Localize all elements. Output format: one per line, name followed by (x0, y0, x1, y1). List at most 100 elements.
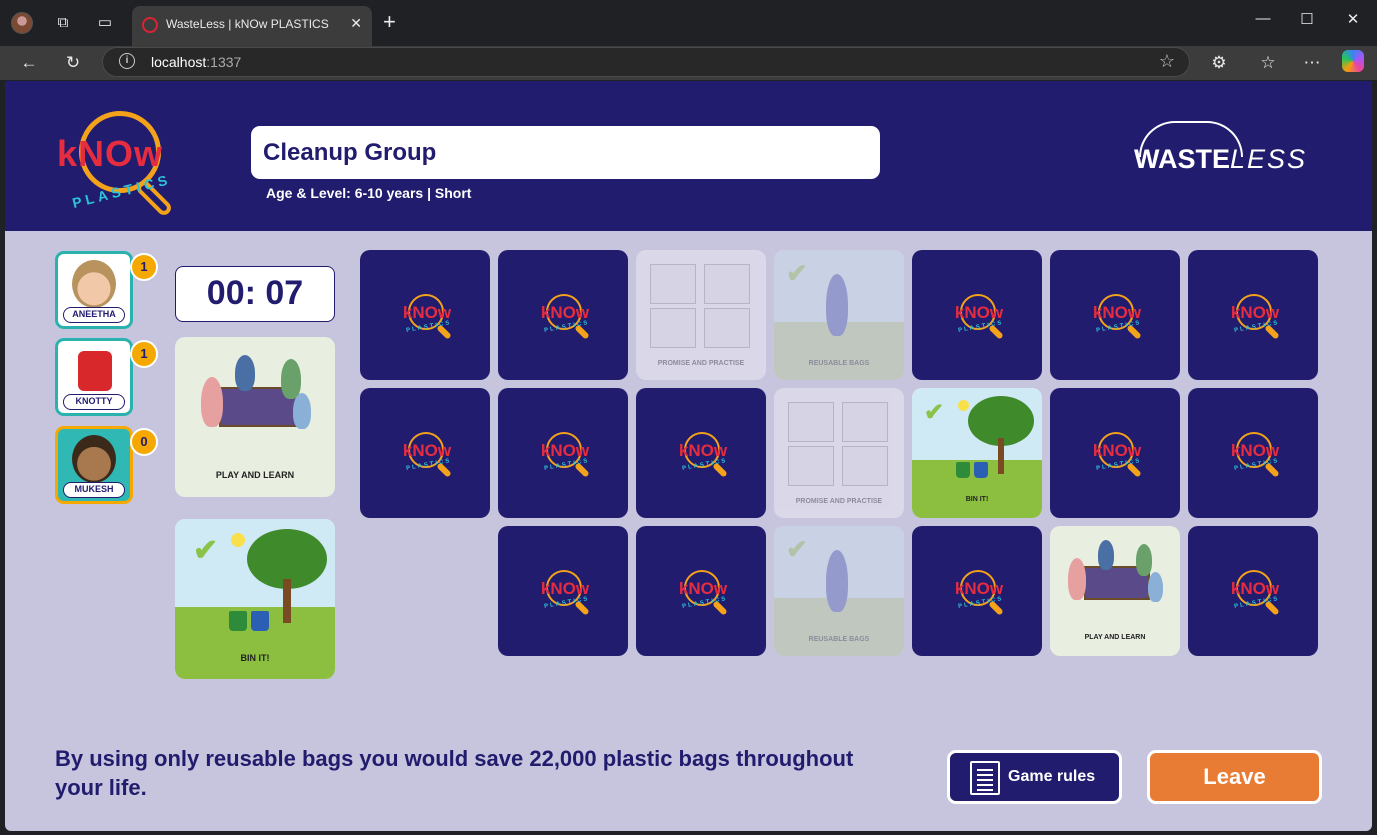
check-icon: ✔ (924, 399, 945, 426)
bin-icon (251, 611, 269, 631)
browser-tab[interactable]: WasteLess | kNOw PLASTICS ✕ (132, 6, 372, 46)
close-window-icon[interactable]: ✕ (1330, 10, 1376, 28)
card-play-and-learn[interactable]: PLAY AND LEARN (1050, 526, 1180, 656)
card-back[interactable]: kNOw PLASTICS (1188, 526, 1318, 656)
card-caption: BIN IT! (240, 653, 270, 663)
card-back[interactable]: kNOw PLASTICS (498, 388, 628, 518)
mukesh-avatar (72, 435, 116, 483)
game-rules-label: Game rules (1008, 768, 1096, 785)
workspaces-icon[interactable]: ⧉ (52, 12, 74, 34)
kid-illustration (1136, 544, 1152, 576)
score-badge: 1 (130, 340, 158, 368)
card-back[interactable]: kNOw PLASTICS (1050, 388, 1180, 518)
copilot-icon[interactable] (1342, 50, 1364, 72)
card-back[interactable]: kNOw PLASTICS (498, 250, 628, 380)
more-options-icon[interactable]: ⋯ (1300, 51, 1324, 75)
card-logo: kNOw PLASTICS (534, 294, 596, 340)
document-line (977, 779, 993, 781)
card-back[interactable]: kNOw PLASTICS (1188, 388, 1318, 518)
kid-illustration (201, 377, 223, 427)
tree-trunk (283, 579, 291, 623)
tab-actions-icon[interactable]: ▭ (94, 12, 116, 34)
score-badge: 1 (130, 253, 158, 281)
group-name: Cleanup Group (263, 139, 437, 166)
back-icon[interactable]: ← (17, 51, 41, 75)
address-bar[interactable]: i localhost:1337 ☆ (102, 47, 1190, 77)
kid-illustration (281, 359, 301, 399)
player-name: ANEETHA (63, 307, 125, 323)
photo-illustration (704, 308, 750, 348)
card-logo: kNOw PLASTICS (534, 570, 596, 616)
card-back[interactable]: kNOw PLASTICS (636, 526, 766, 656)
player-aneetha: ANEETHA (55, 251, 133, 329)
game-rules-button[interactable]: Game rules (947, 750, 1122, 804)
browser-tab-bar: ⧉ ▭ WasteLess | kNOw PLASTICS ✕ + — ☐ ✕ (0, 0, 1377, 46)
leave-button[interactable]: Leave (1147, 750, 1322, 804)
player-name: MUKESH (63, 482, 125, 498)
document-line (977, 784, 993, 786)
check-icon: ✔ (786, 534, 808, 564)
card-logo: kNOw PLASTICS (534, 432, 596, 478)
card-back[interactable]: kNOw PLASTICS (912, 526, 1042, 656)
site-info-icon[interactable]: i (119, 53, 135, 69)
photo-illustration (842, 402, 888, 442)
card-promise-and-practise: PROMISE AND PRACTISE (774, 388, 904, 518)
card-caption: REUSABLE BAGS (808, 360, 870, 367)
group-name-box: Cleanup Group (251, 126, 880, 179)
card-bin-it[interactable]: ✔ BIN IT! (912, 388, 1042, 518)
card-back[interactable]: kNOw PLASTICS (360, 250, 490, 380)
card-logo: kNOw PLASTICS (1086, 432, 1148, 478)
matched-card-bin-it: ✔ BIN IT! (175, 519, 335, 679)
refresh-icon[interactable]: ↻ (61, 51, 85, 75)
card-back[interactable]: kNOw PLASTICS (360, 388, 490, 518)
url-port: :1337 (206, 54, 242, 70)
card-caption: REUSABLE BAGS (808, 636, 870, 643)
game-timer: 00: 07 (175, 266, 335, 322)
card-logo: kNOw PLASTICS (1086, 294, 1148, 340)
card-logo: kNOw PLASTICS (672, 432, 734, 478)
card-logo: kNOw PLASTICS (1224, 294, 1286, 340)
card-promise-and-practise: PROMISE AND PRACTISE (636, 250, 766, 380)
wasteless-logo: WASTELESS (1133, 121, 1308, 176)
extensions-icon[interactable]: ⚙ (1207, 51, 1231, 75)
sun-icon (231, 533, 245, 547)
bin-icon (956, 462, 970, 478)
new-tab-icon[interactable]: + (383, 10, 396, 34)
player-name: KNOTTY (63, 394, 125, 410)
card-back[interactable]: kNOw PLASTICS (636, 388, 766, 518)
favorite-star-icon[interactable]: ☆ (1159, 51, 1175, 72)
card-logo: kNOw PLASTICS (396, 294, 458, 340)
photo-illustration (704, 264, 750, 304)
url-text: localhost:1337 (151, 54, 241, 70)
kid-illustration (1068, 558, 1086, 600)
kid-illustration (235, 355, 255, 391)
game-page: kNOw PLASTICS Cleanup Group Age & Level:… (5, 81, 1372, 831)
document-line (977, 774, 993, 776)
maximize-icon[interactable]: ☐ (1284, 10, 1330, 28)
card-caption: PLAY AND LEARN (1084, 634, 1146, 641)
card-back[interactable]: kNOw PLASTICS (1050, 250, 1180, 380)
card-back[interactable]: kNOw PLASTICS (1188, 250, 1318, 380)
age-level-text: Age & Level: 6-10 years | Short (266, 185, 472, 201)
card-logo: kNOw PLASTICS (396, 432, 458, 478)
header: kNOw PLASTICS Cleanup Group Age & Level:… (5, 81, 1372, 231)
card-logo: kNOw PLASTICS (1224, 570, 1286, 616)
favorites-icon[interactable]: ☆ (1256, 51, 1280, 75)
bin-icon (229, 611, 247, 631)
profile-avatar[interactable] (11, 12, 33, 34)
brand-bold: WASTE (1134, 144, 1231, 174)
card-back[interactable]: kNOw PLASTICS (912, 250, 1042, 380)
knotty-robot-avatar (78, 351, 112, 391)
close-tab-icon[interactable]: ✕ (350, 15, 362, 32)
girl-illustration (826, 274, 848, 336)
check-icon: ✔ (193, 534, 219, 567)
card-back[interactable]: kNOw PLASTICS (498, 526, 628, 656)
tree-trunk (998, 438, 1004, 474)
plastic-fact-text: By using only reusable bags you would sa… (55, 746, 854, 800)
browser-toolbar: ← ↻ i localhost:1337 ☆ ⚙ ☆ ⋯ (0, 46, 1377, 80)
minimize-icon[interactable]: — (1240, 10, 1286, 27)
tab-title: WasteLess | kNOw PLASTICS (166, 17, 329, 31)
card-caption: BIN IT! (965, 496, 989, 503)
kid-illustration (1148, 572, 1163, 602)
know-plastics-logo: kNOw PLASTICS (57, 109, 207, 219)
